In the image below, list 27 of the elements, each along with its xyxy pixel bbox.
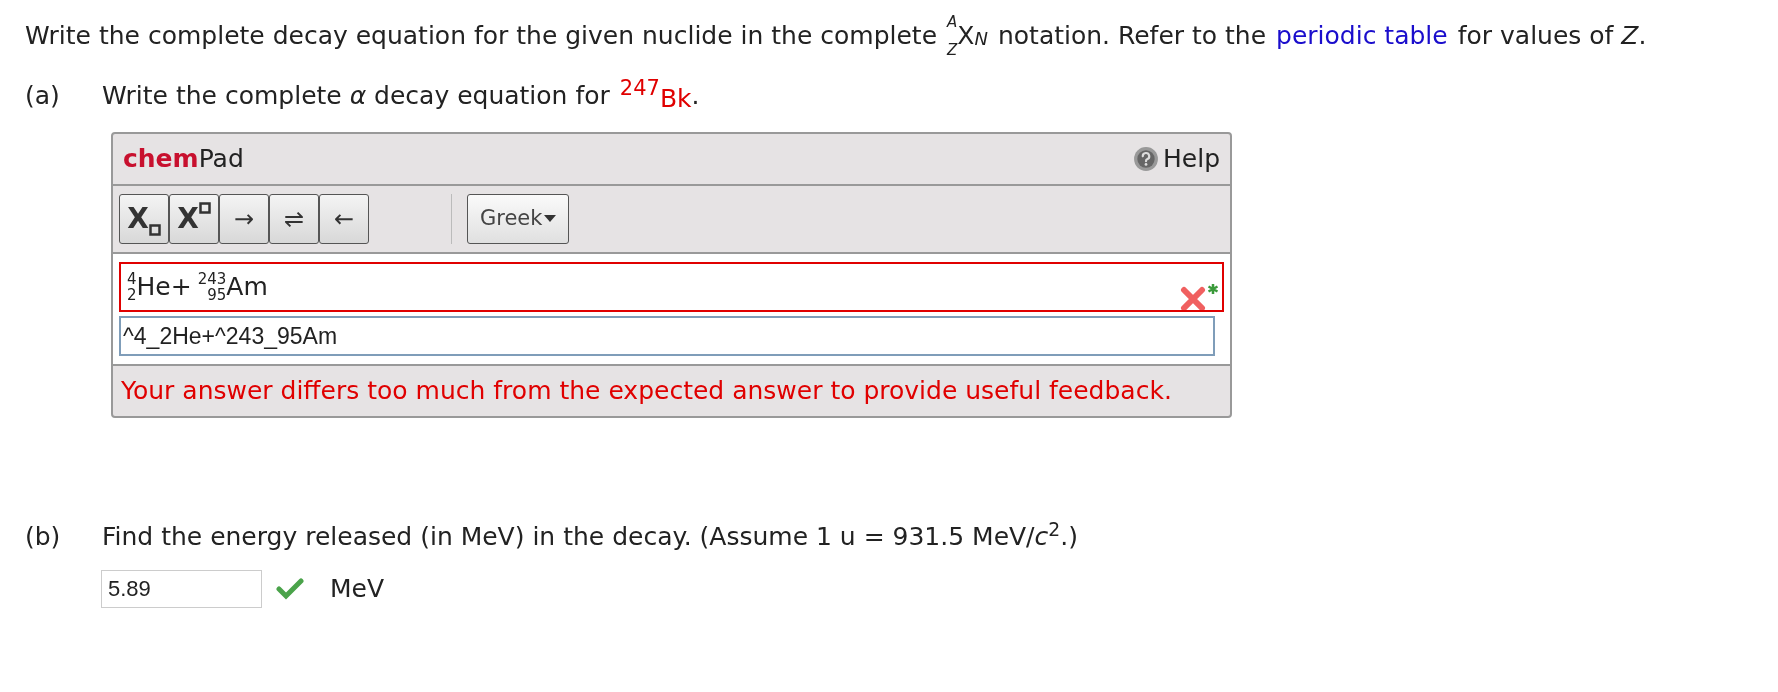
subscript-button[interactable]: X <box>119 194 169 244</box>
part-label: (b) <box>25 521 62 553</box>
help-button[interactable]: Help <box>1133 140 1220 178</box>
answer-input-field[interactable]: ^4_2He+^243_95Am <box>119 316 1215 356</box>
answer-field[interactable]: 5.89 <box>101 569 262 608</box>
greek-dropdown[interactable]: Greek <box>467 194 570 244</box>
arrow-button[interactable]: → <box>219 194 269 244</box>
part-label: (a) <box>25 79 61 112</box>
placeholder-box-icon <box>148 224 161 236</box>
wrong-icon <box>1180 282 1220 310</box>
question-text: Write the complete α decay equation for <box>102 79 610 112</box>
placeholder-box-icon <box>198 202 211 214</box>
help-icon <box>1133 146 1159 172</box>
instruction-text: notation. Refer to the <box>997 20 1267 53</box>
arrow-button[interactable]: ⇌ <box>269 194 319 244</box>
superscript-button[interactable]: X <box>169 194 219 244</box>
period-text: . <box>691 79 700 112</box>
plus-sign: + <box>170 271 192 304</box>
instruction-text: for values of Z. <box>1457 20 1647 53</box>
unit-label: MeV <box>330 572 385 605</box>
question-text: Find the energy released (in MeV) in the decay. (Assume 1 u = 931.5 MeV/c$^{2}$.) <box>102 518 1078 553</box>
instruction-text: Write the complete decay equation for the given nuclide in the complete <box>25 20 938 53</box>
chempad-logo: chemPad <box>123 143 244 176</box>
arrow-button[interactable]: ← <box>319 194 369 244</box>
feedback-message: Your answer differs too much from the expected answer to provide useful feedback. <box>121 375 1172 408</box>
periodic-table-link[interactable]: periodic table <box>1276 17 1448 55</box>
caret-icon <box>544 215 557 223</box>
